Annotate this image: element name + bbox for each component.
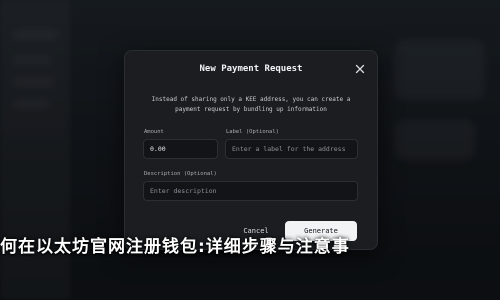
close-icon[interactable] <box>355 64 365 74</box>
label-input[interactable] <box>225 139 358 159</box>
amount-label: Amount <box>144 129 164 135</box>
description-input[interactable] <box>143 181 358 201</box>
label-field-label: Label (Optional) <box>226 129 279 135</box>
amount-input[interactable] <box>143 139 218 159</box>
article-headline: 何在以太坊官网注册钱包:详细步骤与注意事 <box>0 237 350 257</box>
description-field-label: Description (Optional) <box>144 171 217 177</box>
payment-request-dialog: New Payment Request Instead of sharing o… <box>124 50 378 250</box>
dialog-description: Instead of sharing only a KEE address, y… <box>151 96 351 113</box>
dialog-title: New Payment Request <box>199 64 303 74</box>
